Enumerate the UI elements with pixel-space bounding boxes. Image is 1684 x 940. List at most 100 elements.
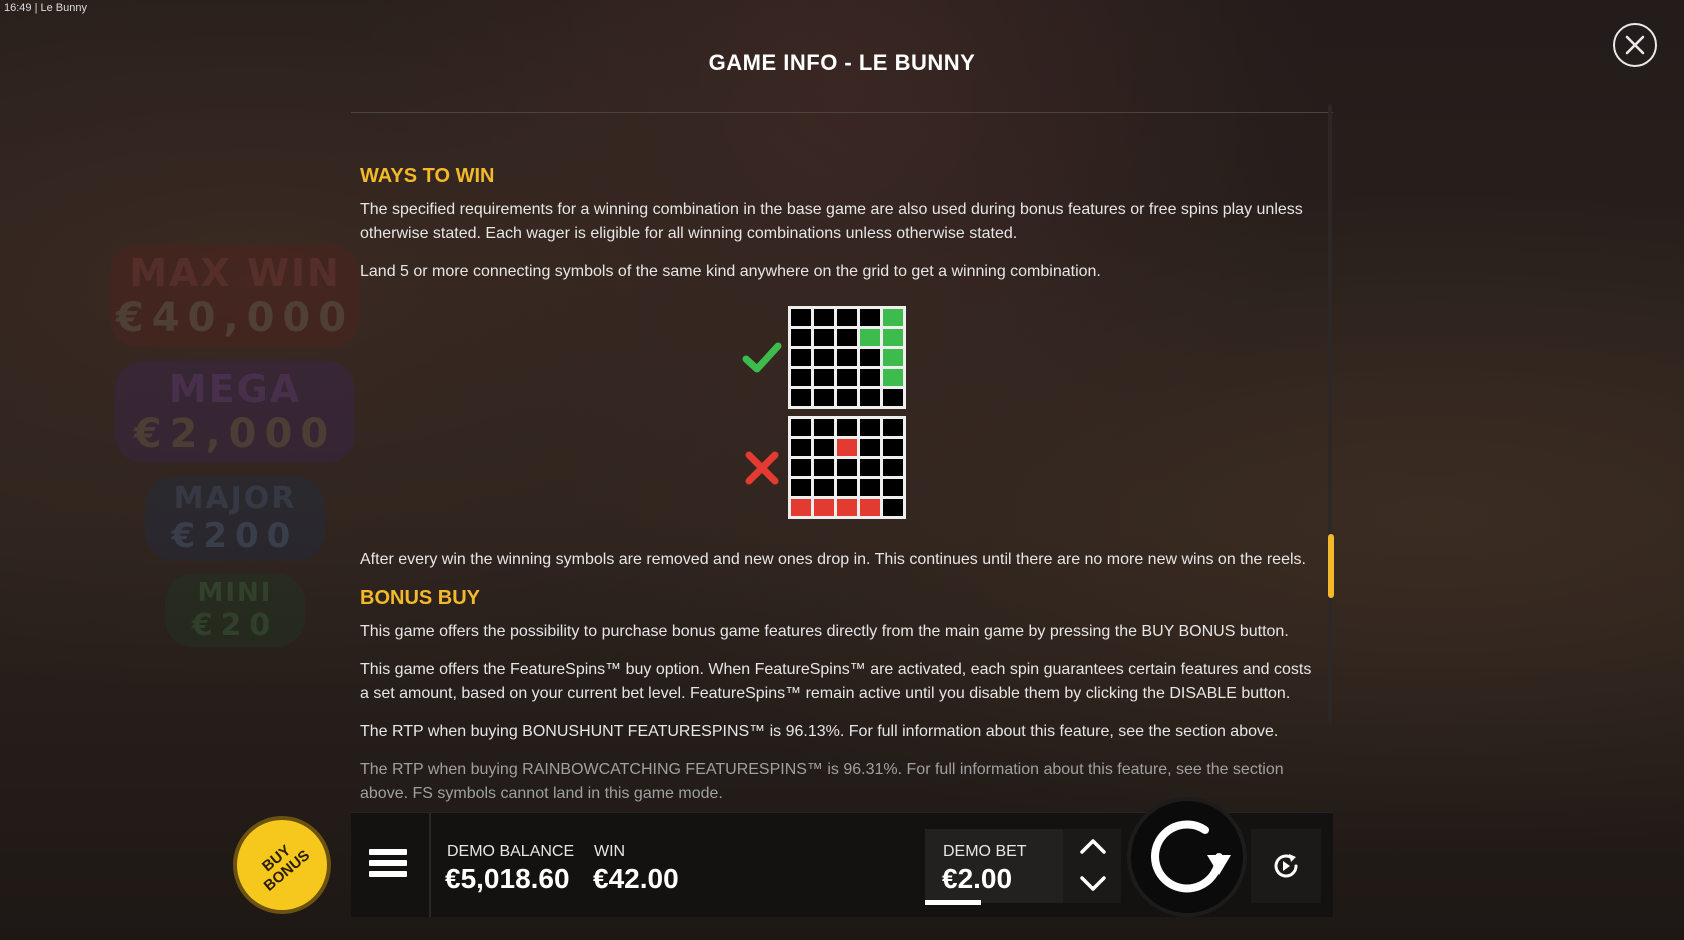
grid-cell [860,369,880,386]
grid-cell [791,369,811,386]
grid-cell [791,349,811,366]
jackpot-name: MAJOR [173,481,297,516]
bonus-buy-paragraph-1: This game offers the possibility to purc… [360,623,1289,640]
grid-cell [883,419,903,436]
grid-cell-highlighted [837,499,857,516]
bet-adjust [1063,829,1121,903]
status-app-name: Le Bunny [40,2,87,14]
buy-bonus-button[interactable]: BUY BONUS [233,816,331,914]
grid-cell [860,349,880,366]
autoplay-icon [1274,854,1298,878]
game-info-dialog: GAME INFO - LE BUNNY WAYS TO WIN The spe… [351,28,1334,802]
grid-cell [814,479,834,496]
buy-bonus-label: BUY BONUS [251,835,313,895]
invalid-grid [788,416,906,519]
bet-level-bar [925,900,981,905]
dialog-title: GAME INFO - LE BUNNY [708,50,976,75]
chevron-down-icon[interactable] [1079,875,1107,893]
bet-value: €2.00 [942,863,1013,894]
grid-cell [883,479,903,496]
grid-cell [814,369,834,386]
grid-cell [791,419,811,436]
jackpot-name: MEGA [168,367,302,411]
title-divider [351,112,1333,113]
spin-button[interactable] [1127,797,1247,917]
jackpot-major: MAJOR €200 [145,477,325,560]
jackpot-name: MINI [197,578,273,608]
grid-cell [837,389,857,406]
grid-cell-highlighted [860,329,880,346]
grid-cell [837,369,857,386]
grid-cell [814,459,834,476]
ways-to-win-paragraph-2: Land 5 or more connecting symbols of the… [360,263,1101,280]
close-icon [1625,35,1645,55]
grid-cell [883,459,903,476]
jackpot-value: €40,000 [115,295,355,341]
grid-cell [814,309,834,326]
grid-cell [791,479,811,496]
grid-cell-highlighted [883,369,903,386]
win-value: €42.00 [593,863,679,894]
grid-cell-highlighted [837,439,857,456]
grid-cell [814,349,834,366]
jackpot-value: €2,000 [133,411,337,457]
invalid-example [740,416,906,519]
grid-cell [837,329,857,346]
balance-label: DEMO BALANCE [447,843,575,860]
bet-label: DEMO BET [943,843,1027,860]
example-grids [360,298,1320,534]
menu-button[interactable] [369,849,407,881]
hud-divider [429,813,431,917]
jackpot-value: €20 [191,608,279,643]
bonus-buy-paragraph-2: This game offers the FeatureSpins™ buy o… [360,661,1312,702]
grid-cell [860,389,880,406]
game-hud: DEMO BALANCE €5,018.60 WIN €42.00 DEMO B… [351,797,1333,917]
balance-value: €5,018.60 [445,863,570,894]
section-heading-bonus-buy: BONUS BUY [360,587,481,609]
grid-cell-highlighted [883,329,903,346]
grid-cell [837,479,857,496]
scrollbar-track[interactable] [1328,104,1332,724]
chevron-up-icon[interactable] [1079,837,1107,855]
bonus-buy-paragraph-3: The RTP when buying BONUSHUNT FEATURESPI… [360,723,1279,740]
grid-cell-highlighted [860,499,880,516]
jackpot-value: €200 [171,516,299,556]
grid-cell [860,419,880,436]
jackpot-max-win: MAX WIN €40,000 [110,245,360,347]
grid-cell [814,439,834,456]
background-jackpot-panel: MAX WIN €40,000 MEGA €2,000 MAJOR €200 M… [100,245,370,661]
cross-icon [745,451,779,484]
scrollbar-thumb[interactable] [1328,534,1334,598]
jackpot-mega: MEGA €2,000 [115,361,355,463]
hamburger-menu-icon [369,849,407,855]
grid-cell [883,389,903,406]
grid-cell [791,389,811,406]
status-separator: | [34,2,38,14]
section-heading-ways-to-win: WAYS TO WIN [360,165,495,187]
bet-display: DEMO BET €2.00 [925,829,1063,903]
grid-cell [837,309,857,326]
jackpot-mini: MINI €20 [165,574,305,647]
grid-cell-highlighted [791,499,811,516]
grid-cell [883,439,903,456]
checkmark-icon [742,342,782,372]
ways-to-win-paragraph-1: The specified requirements for a winning… [360,201,1303,242]
grid-cell-highlighted [883,309,903,326]
grid-cell [791,309,811,326]
grid-cell [860,459,880,476]
grid-cell [837,419,857,436]
close-button[interactable] [1613,23,1657,67]
grid-cell [883,499,903,516]
grid-cell [837,459,857,476]
autoplay-button[interactable] [1251,829,1321,903]
grid-cell [860,479,880,496]
info-scroll-content[interactable]: WAYS TO WIN The specified requirements f… [360,128,1320,828]
grid-cell [791,439,811,456]
jackpot-name: MAX WIN [129,251,341,295]
ways-to-win-paragraph-3: After every win the winning symbols are … [360,551,1306,568]
spin-arrow-icon [1151,820,1231,893]
grid-cell [791,329,811,346]
win-label: WIN [594,843,626,860]
grid-cell [860,309,880,326]
grid-cell [860,439,880,456]
